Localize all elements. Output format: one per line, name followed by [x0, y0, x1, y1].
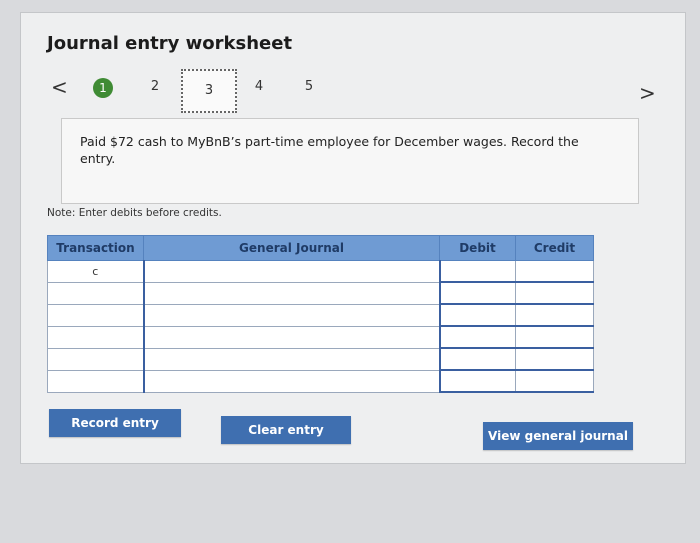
transaction-cell	[47, 303, 144, 327]
step-5[interactable]: 5	[299, 79, 319, 94]
header-general-journal: General Journal	[143, 235, 440, 261]
debit-input[interactable]	[439, 303, 516, 327]
transaction-cell	[47, 369, 144, 393]
account-input[interactable]	[142, 281, 441, 305]
credit-input[interactable]	[515, 325, 594, 349]
account-input[interactable]	[142, 369, 441, 393]
debit-input[interactable]	[439, 369, 516, 393]
worksheet-panel: Journal entry worksheet < 1 2 3 4 5 > Pa…	[20, 12, 686, 464]
table-row	[47, 325, 594, 349]
transaction-cell	[47, 325, 144, 349]
table-row	[47, 347, 594, 371]
transaction-cell	[47, 281, 144, 305]
credit-input[interactable]	[515, 260, 594, 283]
step-1[interactable]: 1	[93, 78, 113, 98]
page-title: Journal entry worksheet	[47, 33, 293, 54]
record-entry-button[interactable]: Record entry	[49, 409, 181, 437]
transaction-cell: c	[47, 260, 144, 283]
next-arrow-icon[interactable]: >	[639, 83, 656, 103]
question-text: Paid $72 cash to MyBnB’s part-time emplo…	[80, 134, 579, 166]
credit-input[interactable]	[515, 281, 594, 305]
account-input[interactable]	[142, 347, 441, 371]
clear-entry-button[interactable]: Clear entry	[221, 416, 351, 444]
debit-input[interactable]	[439, 325, 516, 349]
view-general-journal-button[interactable]: View general journal	[483, 422, 633, 450]
debit-input[interactable]	[439, 281, 516, 305]
debit-input[interactable]	[439, 347, 516, 371]
account-input[interactable]	[142, 260, 441, 283]
step-navigation: < 1 2 3 4 5 >	[21, 69, 685, 113]
header-credit: Credit	[515, 235, 594, 261]
transaction-cell	[47, 347, 144, 371]
step-4[interactable]: 4	[249, 79, 269, 94]
credit-input[interactable]	[515, 369, 594, 393]
table-header-row: Transaction General Journal Debit Credit	[47, 235, 594, 261]
question-box: Paid $72 cash to MyBnB’s part-time emplo…	[61, 118, 639, 204]
credit-input[interactable]	[515, 303, 594, 327]
debit-input[interactable]	[439, 260, 516, 283]
note-text: Note: Enter debits before credits.	[47, 207, 222, 219]
journal-table: Transaction General Journal Debit Credit…	[47, 235, 594, 393]
account-input[interactable]	[142, 325, 441, 349]
table-row: c	[47, 260, 594, 283]
account-input[interactable]	[142, 303, 441, 327]
credit-input[interactable]	[515, 347, 594, 371]
previous-arrow-icon[interactable]: <	[51, 77, 68, 97]
table-row	[47, 369, 594, 393]
table-row	[47, 281, 594, 305]
header-debit: Debit	[439, 235, 516, 261]
step-3-current[interactable]: 3	[181, 69, 237, 113]
table-row	[47, 303, 594, 327]
step-2[interactable]: 2	[145, 79, 165, 94]
header-transaction: Transaction	[47, 235, 144, 261]
